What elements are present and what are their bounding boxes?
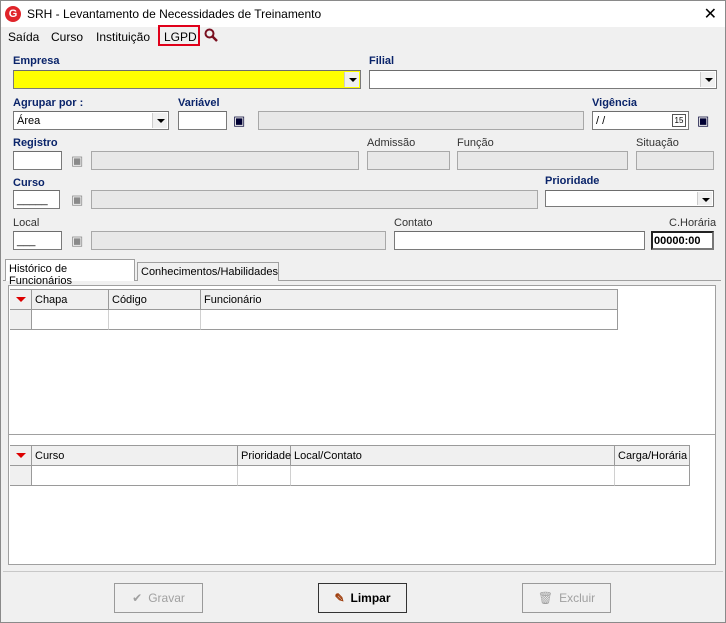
col-carga-horaria[interactable]: Carga/Horária [615,445,690,466]
search-icon[interactable] [204,28,218,45]
trash-icon: 🗑 [537,591,554,605]
grid-indicator-header[interactable] [10,445,32,466]
curso-input[interactable]: _____ [13,190,60,209]
grid-indicator-header[interactable] [10,289,32,310]
menu-curso[interactable]: Curso [51,30,83,44]
excluir-button[interactable]: 🗑 Excluir [522,583,611,613]
lgpd-highlight-box [158,25,200,46]
table-cell[interactable] [291,466,615,486]
curso-value: _____ [17,194,48,206]
vigencia-value: / / [596,115,606,127]
agrupar-select[interactable]: Área [13,111,169,130]
gravar-label: Gravar [148,591,185,605]
local-value: ___ [17,235,36,247]
variavel-description [258,111,584,130]
tab-historico[interactable]: Histórico de Funcionários [5,259,135,287]
excluir-label: Excluir [559,591,596,605]
binoculars-icon[interactable]: ▣ [697,113,709,129]
choraria-label: C.Horária [669,217,717,229]
prioridade-select[interactable] [545,190,714,207]
choraria-value: 00000:00 [654,235,701,247]
gravar-button[interactable]: ✔ Gravar [114,583,203,613]
table-cell[interactable] [109,310,201,330]
table-cell[interactable] [238,466,291,486]
binoculars-icon[interactable]: ▣ [71,153,83,169]
chevron-down-icon[interactable] [152,113,167,128]
binoculars-icon[interactable]: ▣ [71,233,83,249]
variavel-label: Variável [178,97,220,109]
funcao-label: Função [457,137,494,149]
empresa-select[interactable] [13,70,361,89]
contato-label: Contato [394,217,433,229]
registro-input[interactable] [13,151,62,170]
filial-select[interactable] [369,70,717,89]
tab-panel: Chapa Código Funcionário Curso Prioridad… [8,285,716,565]
grid-divider [9,434,715,435]
close-button[interactable]: ✕ [704,4,717,24]
binoculars-icon[interactable]: ▣ [233,113,245,129]
menu-instituicao[interactable]: Instituição [96,30,150,44]
local-label: Local [13,217,40,229]
filial-label: Filial [369,55,395,67]
col-funcionario[interactable]: Funcionário [201,289,618,310]
admissao-field [367,151,450,170]
calendar-icon[interactable]: 15 [672,114,686,127]
menu-bar: Saída Curso Instituição LGPD [1,27,725,47]
situacao-label: Situação [636,137,679,149]
table-cell[interactable] [32,310,109,330]
sort-arrow-icon [16,297,26,302]
col-prioridade[interactable]: Prioridade [238,445,291,466]
sort-arrow-icon [16,453,26,458]
brush-icon: ✎ [334,591,345,605]
table-cell[interactable] [615,466,690,486]
empresa-label: Empresa [13,55,60,67]
limpar-button[interactable]: ✎ Limpar [318,583,407,613]
chevron-down-icon[interactable] [344,72,359,87]
contato-input[interactable] [394,231,645,250]
col-codigo[interactable]: Código [109,289,201,310]
registro-name [91,151,359,170]
local-input[interactable]: ___ [13,231,62,250]
local-name [91,231,386,250]
curso-name [91,190,538,209]
col-curso[interactable]: Curso [32,445,238,466]
vigencia-label: Vigência [592,97,638,109]
curso-label: Curso [13,177,45,189]
col-chapa[interactable]: Chapa [32,289,109,310]
binoculars-icon[interactable]: ▣ [71,192,83,208]
variavel-input[interactable] [178,111,227,130]
button-separator [3,571,723,572]
funcao-field [457,151,628,170]
situacao-field [636,151,714,170]
menu-saida[interactable]: Saída [8,30,39,44]
main-window: G SRH - Levantamento de Necessidades de … [0,0,726,623]
registro-label: Registro [13,137,58,149]
chevron-down-icon[interactable] [700,72,715,87]
app-logo-icon: G [5,6,21,22]
table-cell[interactable] [32,466,238,486]
title-bar: G SRH - Levantamento de Necessidades de … [1,1,725,27]
limpar-label: Limpar [350,591,391,605]
table-cell[interactable] [201,310,618,330]
row-indicator[interactable] [10,310,32,330]
window-title: SRH - Levantamento de Necessidades de Tr… [27,7,322,21]
tab-conhecimentos[interactable]: Conhecimentos/Habilidades [137,262,279,281]
admissao-label: Admissão [367,137,416,149]
col-local-contato[interactable]: Local/Contato [291,445,615,466]
agrupar-value: Área [17,115,41,127]
cursos-grid: Curso Prioridade Local/Contato Carga/Hor… [10,445,690,487]
vigencia-date-input[interactable]: / / 15 [592,111,689,130]
chevron-down-icon[interactable] [697,192,712,205]
checkmark-icon: ✔ [132,591,143,605]
agrupar-label: Agrupar por : [13,97,84,109]
prioridade-label: Prioridade [545,175,600,187]
choraria-input[interactable]: 00000:00 [651,231,714,250]
row-indicator[interactable] [10,466,32,486]
funcionarios-grid: Chapa Código Funcionário [10,289,618,331]
